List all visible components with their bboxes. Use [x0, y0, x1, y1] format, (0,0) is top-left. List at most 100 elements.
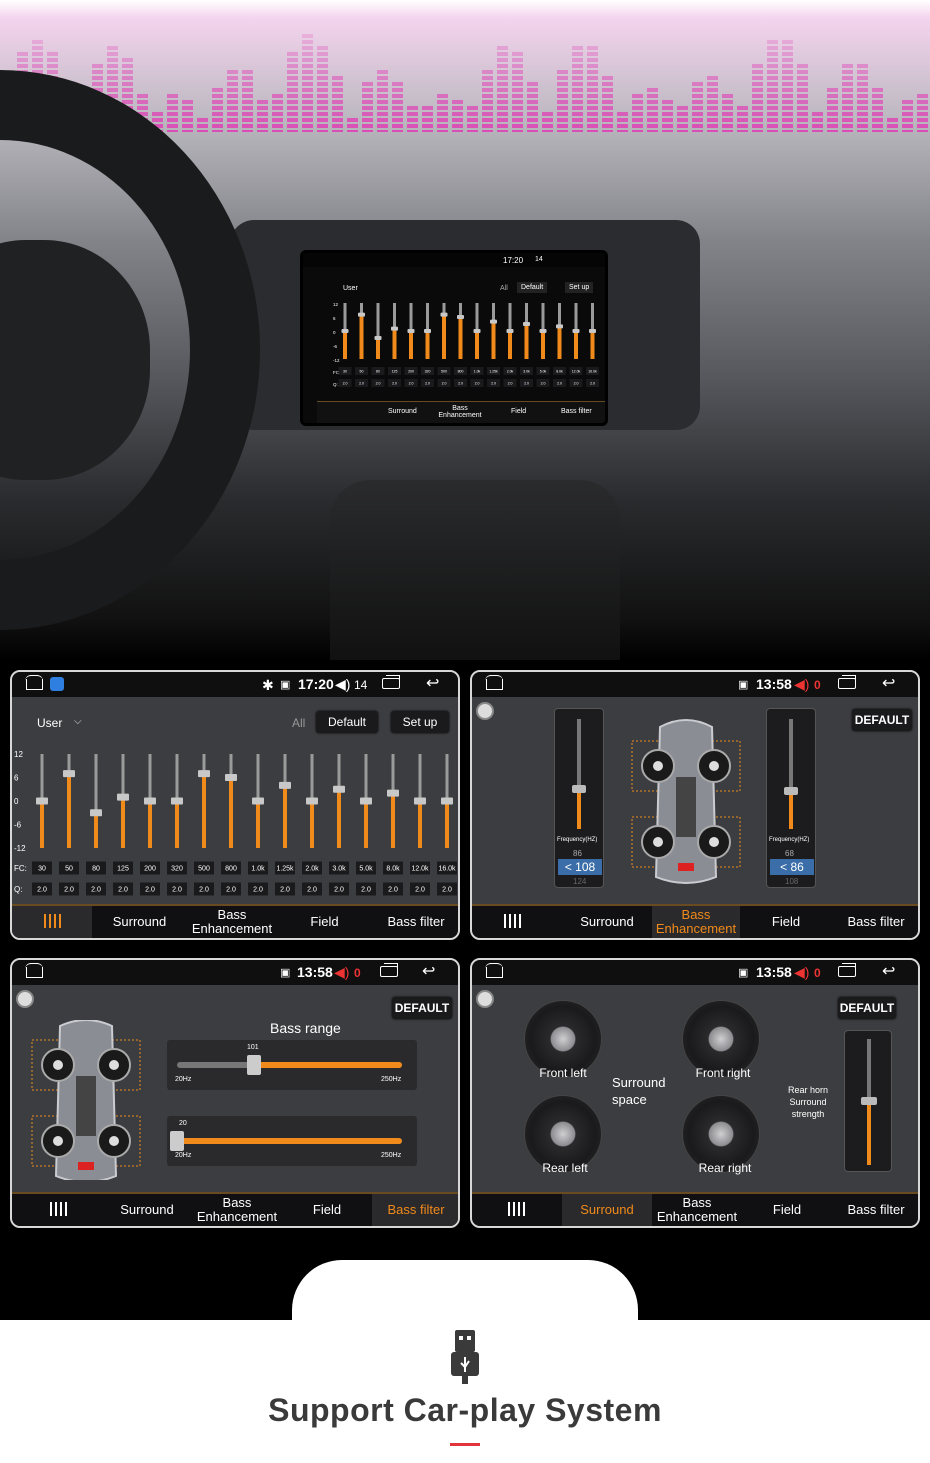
tab-equalizer[interactable] — [12, 1194, 102, 1226]
eq-handle-12.0k[interactable] — [414, 797, 426, 805]
float-button[interactable] — [476, 990, 494, 1008]
eq-handle-320[interactable] — [171, 797, 183, 805]
back-icon[interactable]: ↩ — [882, 676, 902, 692]
eq-handle-5.0k[interactable] — [360, 797, 372, 805]
recent-apps-icon[interactable] — [380, 963, 398, 977]
tab-equalizer[interactable] — [472, 906, 552, 938]
home-icon[interactable] — [485, 963, 503, 978]
tab-surround[interactable]: Surround — [562, 906, 652, 938]
eq-handle-2.0k[interactable] — [306, 797, 318, 805]
filter-all[interactable]: All — [292, 716, 305, 730]
eq-handle-125[interactable] — [117, 793, 129, 801]
eq-handle-200[interactable] — [144, 797, 156, 805]
recent-apps-icon[interactable] — [838, 963, 856, 977]
tab-equalizer[interactable] — [12, 906, 92, 938]
home-icon[interactable] — [25, 675, 43, 690]
default-button[interactable]: DEFAULT — [852, 709, 912, 731]
eq-handle-50[interactable] — [358, 312, 365, 317]
status-bar: ✱ ▣ 17:20 ◀) 14 ↩ — [12, 672, 458, 697]
home-icon[interactable] — [485, 675, 503, 690]
tab-bass-filter[interactable]: Bass filter — [372, 906, 458, 938]
eq-handle-30[interactable] — [36, 797, 48, 805]
setup-button[interactable]: Set up — [391, 711, 449, 733]
lock-icon: ▣ — [738, 967, 749, 979]
vis-block — [107, 76, 118, 80]
recent-apps-icon[interactable] — [838, 675, 856, 689]
tab-surround[interactable]: Surround — [97, 906, 182, 938]
tab-bass-filter[interactable]: Bass filter — [372, 1194, 458, 1226]
vis-block — [107, 64, 118, 68]
float-button[interactable] — [16, 990, 34, 1008]
tab-bass-enhancement[interactable]: Bass Enhancement — [192, 1194, 282, 1226]
vis-block — [587, 94, 598, 98]
tab-bass-enhancement[interactable]: Bass Enhancement — [652, 906, 740, 938]
preset-select[interactable]: User — [37, 716, 62, 730]
tab-equalizer[interactable] — [472, 1194, 562, 1226]
eq-handle-50[interactable] — [63, 770, 75, 778]
status-volume: 14 — [354, 678, 368, 692]
eq-handle-16.0k[interactable] — [589, 329, 596, 333]
tab-bass-filter[interactable]: Bass filter — [832, 906, 918, 938]
eq-handle-800[interactable] — [225, 774, 237, 781]
eq-handle-320[interactable] — [424, 329, 431, 333]
eq-handle-1.25k[interactable] — [490, 319, 497, 324]
eq-handle-16.0k[interactable] — [441, 797, 453, 805]
tab-field[interactable]: Field — [742, 1194, 832, 1226]
default-button[interactable]: Default — [316, 711, 378, 733]
tab-field[interactable]: Field — [282, 1194, 372, 1226]
slider-2-handle[interactable] — [170, 1131, 184, 1151]
left-bass-gauge[interactable]: Frequency(HZ) 86 < 108 124 — [554, 708, 604, 888]
float-button[interactable] — [476, 702, 494, 720]
vis-block — [512, 112, 523, 116]
vis-block — [227, 76, 238, 80]
rear-horn-gauge[interactable] — [844, 1030, 892, 1172]
tab-surround[interactable]: Surround — [562, 1194, 652, 1226]
band-label: 500 — [441, 370, 447, 374]
eq-handle-1.0k[interactable] — [473, 329, 481, 333]
bass-range-slider-1[interactable]: 101 20Hz 250Hz — [167, 1040, 417, 1090]
eq-handle-2.0k[interactable] — [506, 329, 514, 333]
vis-block — [227, 70, 238, 74]
eq-handle-3.0k[interactable] — [333, 785, 345, 793]
tab-bass-enhancement[interactable]: Bass Enhancement — [182, 906, 282, 938]
eq-handle-500[interactable] — [440, 312, 448, 317]
eq-handle-5.0k[interactable] — [539, 329, 547, 333]
vis-block — [287, 94, 298, 98]
back-icon[interactable]: ↩ — [882, 964, 902, 980]
tab-field[interactable]: Field — [742, 906, 830, 938]
back-icon[interactable]: ↩ — [422, 964, 442, 980]
eq-handle-80[interactable] — [90, 809, 102, 817]
tab-surround[interactable]: Surround — [102, 1194, 192, 1226]
eq-handle-8.0k[interactable] — [387, 789, 399, 797]
band-label: 3.0k — [523, 370, 530, 374]
eq-handle-500[interactable] — [198, 770, 210, 778]
vis-block — [377, 94, 388, 98]
app-icon[interactable] — [50, 677, 64, 691]
eq-handle-12.0k[interactable] — [572, 329, 580, 333]
eq-handle-8.0k[interactable] — [556, 324, 563, 329]
vis-block — [122, 94, 133, 98]
tab-bass-enhancement[interactable]: Bass Enhancement — [652, 1194, 742, 1226]
bass-range-slider-2[interactable]: 20 20Hz 250Hz — [167, 1116, 417, 1166]
eq-handle-200[interactable] — [407, 329, 415, 333]
eq-handle-125[interactable] — [391, 326, 398, 331]
eq-handle-800[interactable] — [457, 315, 464, 319]
vis-block — [812, 112, 823, 116]
back-icon[interactable]: ↩ — [426, 676, 446, 692]
eq-handle-3.0k[interactable] — [523, 322, 530, 326]
vis-block — [512, 124, 523, 128]
tab-field[interactable]: Field — [282, 906, 367, 938]
chevron-down-icon[interactable]: ⌵ — [74, 716, 82, 727]
default-button[interactable]: DEFAULT — [838, 997, 896, 1019]
home-icon[interactable] — [25, 963, 43, 978]
tab-bass-filter[interactable]: Bass filter — [832, 1194, 918, 1226]
slider-1-handle[interactable] — [246, 1055, 261, 1075]
eq-handle-80[interactable] — [374, 336, 382, 340]
default-button[interactable]: DEFAULT — [392, 997, 452, 1019]
vis-block — [377, 124, 388, 128]
eq-handle-1.25k[interactable] — [279, 781, 291, 789]
eq-handle-30[interactable] — [341, 329, 349, 333]
recent-apps-icon[interactable] — [382, 675, 400, 689]
right-bass-gauge[interactable]: Frequency(HZ) 68 < 86 108 — [766, 708, 816, 888]
eq-handle-1.0k[interactable] — [252, 797, 264, 805]
